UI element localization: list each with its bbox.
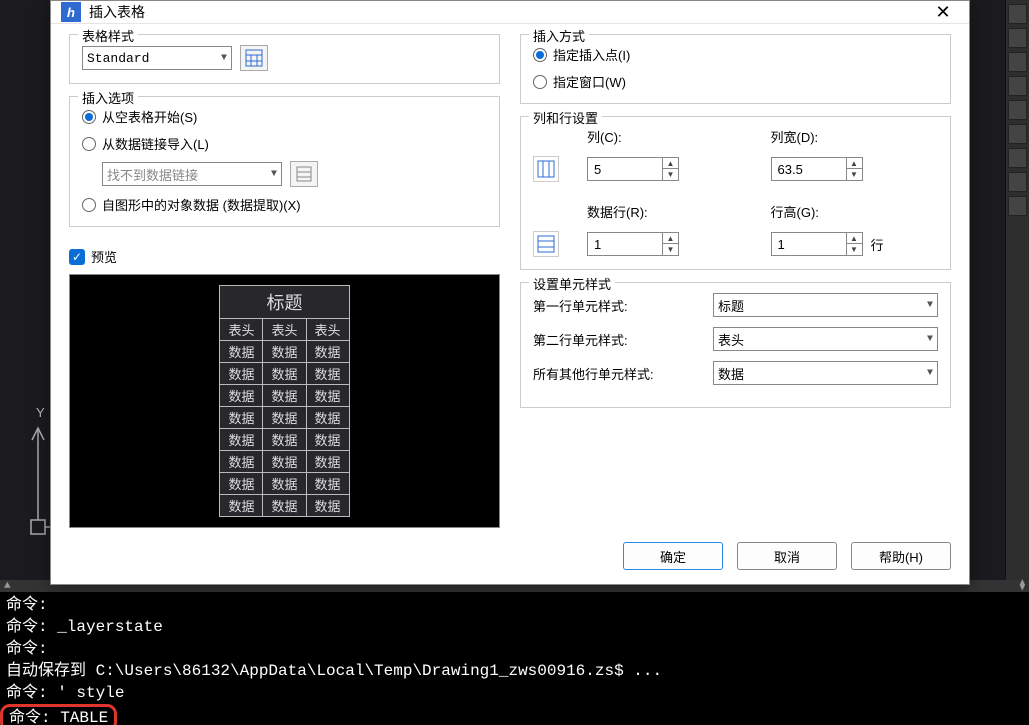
cmd-line: 命令: _layerstate — [6, 616, 1023, 638]
cmd-line-current: 命令: TABLE — [0, 704, 117, 725]
help-button[interactable]: 帮助(H) — [851, 542, 951, 570]
preview-checkbox[interactable]: ✓预览 — [69, 247, 500, 266]
group-legend: 列和行设置 — [529, 108, 602, 127]
dialog-footer: 确定 取消 帮助(H) — [51, 528, 969, 584]
rows-icon — [533, 231, 559, 257]
group-legend: 插入选项 — [78, 88, 138, 107]
insert-options-group: 插入选项 从空表格开始(S) 从数据链接导入(L) 找不到数据链接▼ — [69, 96, 500, 227]
first-row-style-combo[interactable]: 标题▼ — [713, 293, 938, 317]
cmd-line: 命令: — [6, 638, 1023, 660]
other-row-style-combo[interactable]: 数据▼ — [713, 361, 938, 385]
group-legend: 插入方式 — [529, 26, 589, 45]
cmd-line: 命令: ' style — [6, 682, 1023, 704]
data-rows-input[interactable]: 1▲▼ — [587, 232, 679, 256]
cell-style-group: 设置单元样式 第一行单元样式: 标题▼ 第二行单元样式: 表头▼ 所有其他行单元… — [520, 282, 951, 408]
edit-style-button[interactable] — [240, 45, 268, 71]
cancel-button[interactable]: 取消 — [737, 542, 837, 570]
insert-table-dialog: h 插入表格 ✕ 表格样式 Standard▼ 插入选项 — [50, 0, 970, 585]
command-line[interactable]: ▲⧫ 命令: 命令: _layerstate 命令: 自动保存到 C:\User… — [0, 580, 1029, 725]
preview-pane: 标题 表头表头表头 数据数据数据 数据数据数据 数据数据数据 数据数据数据 数据… — [69, 274, 500, 528]
data-link-browse-button[interactable] — [290, 161, 318, 187]
table-style-group: 表格样式 Standard▼ — [69, 34, 500, 84]
row-height-input[interactable]: 1▲▼ — [771, 232, 863, 256]
cmd-line: 命令: — [6, 594, 1023, 616]
datarow-label: 数据行(R): — [587, 202, 755, 221]
close-button[interactable]: ✕ — [927, 2, 959, 23]
radio-from-data-link[interactable]: 从数据链接导入(L) — [82, 134, 209, 153]
group-legend: 设置单元样式 — [529, 274, 615, 293]
first-row-style-label: 第一行单元样式: — [533, 296, 713, 315]
preview-table: 标题 表头表头表头 数据数据数据 数据数据数据 数据数据数据 数据数据数据 数据… — [219, 285, 349, 517]
cmd-line: 自动保存到 C:\Users\86132\AppData\Local\Temp\… — [6, 660, 1023, 682]
titlebar: h 插入表格 ✕ — [51, 1, 969, 24]
rowh-label: 行高(G): — [771, 202, 939, 221]
col-row-group: 列和行设置 列(C): 列宽(D): 5▲▼ 63.5▲▼ 数据行(R): 行高… — [520, 116, 951, 270]
dialog-title: 插入表格 — [89, 2, 927, 22]
radio-insert-point[interactable]: 指定插入点(I) — [533, 45, 630, 64]
other-row-style-label: 所有其他行单元样式: — [533, 364, 713, 383]
row-unit-label: 行 — [871, 235, 884, 254]
col-width-input[interactable]: 63.5▲▼ — [771, 157, 863, 181]
columns-input[interactable]: 5▲▼ — [587, 157, 679, 181]
radio-insert-window[interactable]: 指定窗口(W) — [533, 72, 626, 91]
cols-label: 列(C): — [587, 127, 755, 146]
second-row-style-combo[interactable]: 表头▼ — [713, 327, 938, 351]
radio-from-extract[interactable]: 自图形中的对象数据 (数据提取)(X) — [82, 195, 301, 214]
columns-icon — [533, 156, 559, 182]
ok-button[interactable]: 确定 — [623, 542, 723, 570]
insert-method-group: 插入方式 指定插入点(I) 指定窗口(W) — [520, 34, 951, 104]
app-icon: h — [61, 2, 81, 22]
table-style-combo[interactable]: Standard▼ — [82, 46, 232, 70]
colw-label: 列宽(D): — [771, 127, 939, 146]
group-legend: 表格样式 — [78, 26, 138, 45]
second-row-style-label: 第二行单元样式: — [533, 330, 713, 349]
right-toolbar — [1005, 0, 1029, 580]
radio-from-blank[interactable]: 从空表格开始(S) — [82, 107, 197, 126]
data-link-combo[interactable]: 找不到数据链接▼ — [102, 162, 282, 186]
